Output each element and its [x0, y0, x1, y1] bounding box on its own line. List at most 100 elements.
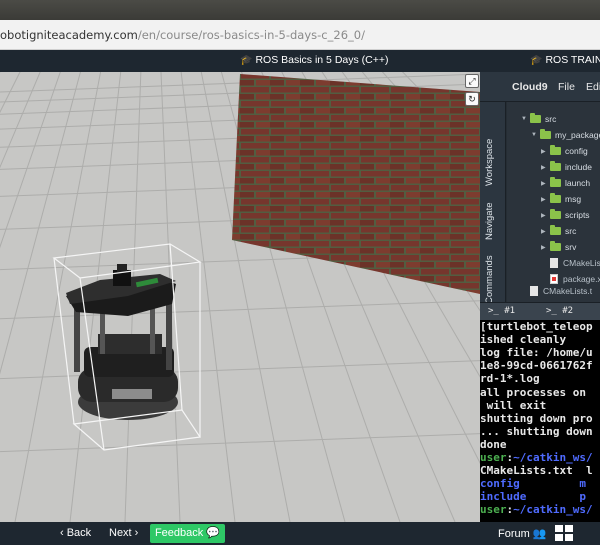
- folder-icon: [540, 129, 551, 139]
- url-host: obotigniteacademy.com: [0, 28, 138, 42]
- ide-menu-bar: Cloud9 File Edi: [480, 72, 600, 102]
- terminal-tab-1[interactable]: >_ #1: [488, 306, 515, 316]
- next-button[interactable]: Next ›: [109, 527, 138, 539]
- tree-item-label: src: [565, 226, 577, 236]
- tree-item-label: launch: [565, 178, 591, 188]
- tree-item-label: package.x: [563, 274, 600, 284]
- tree-item[interactable]: CMakeLists.t: [521, 284, 592, 298]
- ros-training-title: 🎓ROS TRAININ: [530, 54, 600, 66]
- simulation-viewport[interactable]: ⤢ ↻: [0, 72, 480, 522]
- grid-view-icon[interactable]: [555, 525, 573, 542]
- tree-item[interactable]: ▶ srv: [541, 240, 576, 254]
- caret-down-icon[interactable]: ▼: [531, 132, 540, 138]
- tree-item[interactable]: ▶ msg: [541, 192, 581, 206]
- caret-right-icon[interactable]: ▶: [541, 212, 550, 219]
- folder-icon: [550, 209, 561, 219]
- terminal-line: all processes on: [480, 386, 593, 399]
- terminal-line: shutting down pro: [480, 412, 593, 425]
- terminal-text: CMakeLists.txt l: [480, 464, 593, 478]
- tab-navigate[interactable]: Navigate: [484, 203, 495, 241]
- terminal-line: rd-1*.log: [480, 372, 540, 385]
- terminal-line: [turtlebot_teleop: [480, 320, 593, 333]
- file-icon: [550, 258, 558, 268]
- terminal-line: 1e8-99cd-0661762f: [480, 359, 593, 372]
- terminal-text: will exit: [480, 398, 547, 412]
- caret-right-icon[interactable]: ▶: [541, 180, 550, 187]
- tree-item[interactable]: ▼ src: [521, 112, 556, 126]
- terminal-tabs: >_ #1 >_ #2: [480, 302, 600, 320]
- side-tabs: Workspace Navigate Commands es: [480, 102, 506, 328]
- course-title-text: ROS Basics in 5 Days (C++): [255, 54, 389, 66]
- terminal-tab-2[interactable]: >_ #2: [546, 306, 573, 316]
- caret-down-icon[interactable]: ▼: [521, 116, 530, 122]
- tree-item[interactable]: ▶ config: [541, 144, 588, 158]
- feedback-label: Feedback: [154, 527, 204, 539]
- terminal-text: user: [480, 503, 507, 517]
- terminal-line: ished cleanly: [480, 333, 566, 346]
- caret-right-icon[interactable]: ▶: [541, 148, 550, 155]
- terminal-text: ... shutting down: [480, 424, 593, 438]
- terminal-text: all processes on: [480, 385, 593, 399]
- caret-right-icon[interactable]: ▶: [541, 244, 550, 251]
- terminal-line: user:~/catkin_ws/: [480, 451, 593, 464]
- tree-item[interactable]: CMakeLis: [541, 256, 600, 270]
- tree-item[interactable]: ▶ include: [541, 160, 592, 174]
- terminal-text: done: [480, 437, 507, 451]
- terminal-line: config m: [480, 477, 586, 490]
- tab-commands[interactable]: Commands: [484, 255, 495, 304]
- caret-right-icon[interactable]: ▶: [541, 228, 550, 235]
- forum-label: Forum: [498, 528, 530, 540]
- feedback-button[interactable]: Feedback 💬: [150, 524, 225, 543]
- reload-icon[interactable]: ↻: [465, 92, 479, 106]
- back-button[interactable]: ‹ Back: [60, 527, 91, 539]
- users-icon: 👥: [532, 528, 547, 540]
- tree-item[interactable]: ▼ my_package: [531, 128, 600, 142]
- graduation-cap-icon: 🎓: [240, 55, 253, 66]
- address-bar[interactable]: obotigniteacademy.com/en/course/ros-basi…: [0, 20, 600, 50]
- tree-item[interactable]: ▶ launch: [541, 176, 590, 190]
- url-path: /en/course/ros-basics-in-5-days-c_26_0/: [137, 28, 365, 42]
- terminal-text: [turtlebot_teleop: [480, 320, 593, 333]
- forum-button[interactable]: Forum 👥: [498, 527, 547, 540]
- course-header: 🎓ROS Basics in 5 Days (C++) 🎓ROS TRAININ: [0, 50, 600, 72]
- file-icon: [530, 286, 538, 296]
- tree-item-label: config: [565, 146, 588, 156]
- fullscreen-icon[interactable]: ⤢: [465, 74, 479, 88]
- chat-icon: 💬: [206, 527, 221, 539]
- file-tree[interactable]: ▼ src ▼ my_package ▶ config ▶ include ▶ launch ▶ ms…: [507, 102, 600, 302]
- terminal-text: config m: [480, 477, 586, 491]
- graduation-cap-icon: 🎓: [530, 55, 543, 66]
- tree-item-label: my_package: [555, 130, 600, 140]
- simulation-scene[interactable]: [0, 72, 480, 522]
- tree-item[interactable]: ▶ scripts: [541, 208, 590, 222]
- caret-right-icon[interactable]: ▶: [541, 164, 550, 171]
- terminal-line: CMakeLists.txt l: [480, 464, 593, 477]
- ide-panel: Cloud9 File Edi Workspace Navigate Comma…: [480, 72, 600, 522]
- tree-item-label: srv: [565, 242, 577, 252]
- menu-file[interactable]: File: [558, 81, 575, 93]
- tree-item-label: CMakeLists.t: [543, 286, 593, 296]
- folder-icon: [550, 225, 561, 235]
- terminal-text: rd-1*.log: [480, 372, 540, 386]
- menu-cloud9[interactable]: Cloud9: [512, 81, 548, 93]
- folder-icon: [550, 177, 561, 187]
- terminal-text: include p: [480, 490, 586, 504]
- tree-item-label: CMakeLis: [563, 258, 600, 268]
- folder-icon: [530, 113, 541, 123]
- ros-training-text: ROS TRAININ: [545, 54, 600, 66]
- tree-item[interactable]: ▶ src: [541, 224, 576, 238]
- terminal[interactable]: [turtlebot_teleop ished cleanly log file: …: [480, 320, 600, 522]
- terminal-line: include p: [480, 490, 586, 503]
- caret-right-icon[interactable]: ▶: [541, 196, 550, 203]
- url-text[interactable]: obotigniteacademy.com/en/course/ros-basi…: [0, 28, 365, 42]
- tab-workspace[interactable]: Workspace: [484, 139, 495, 186]
- app-window: obotigniteacademy.com/en/course/ros-basi…: [0, 0, 600, 545]
- terminal-text: ished cleanly: [480, 333, 567, 347]
- menu-edit[interactable]: Edi: [586, 81, 600, 93]
- terminal-line: ... shutting down: [480, 425, 593, 438]
- xml-file-icon: [550, 274, 558, 284]
- browser-titlebar: [0, 0, 600, 20]
- terminal-line: will exit: [480, 398, 547, 412]
- folder-icon: [550, 193, 561, 203]
- folder-icon: [550, 241, 561, 251]
